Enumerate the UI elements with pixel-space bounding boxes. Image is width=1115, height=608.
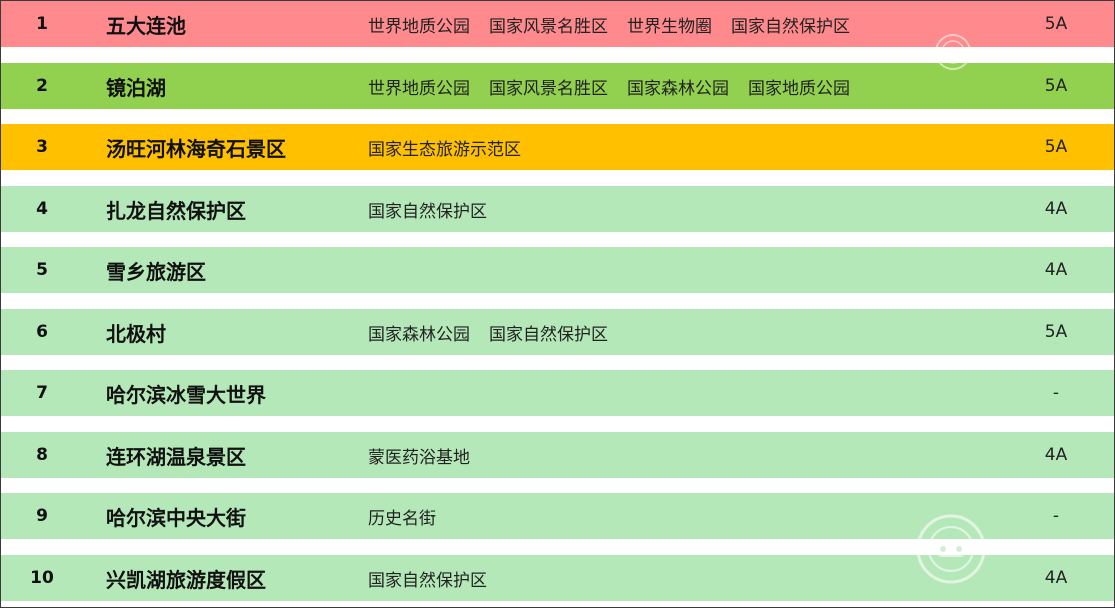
grade-rating: 5A — [1044, 322, 1068, 342]
attraction-name: 北极村 — [106, 321, 166, 346]
grade-rating: - — [1052, 383, 1060, 403]
attraction-name: 扎龙自然保护区 — [106, 198, 246, 223]
attraction-name: 连环湖温泉景区 — [106, 444, 246, 469]
designation-tag: 国家地质公园 — [748, 78, 850, 99]
table-row: 3 汤旺河林海奇石景区 国家生态旅游示范区 5A — [1, 124, 1114, 170]
rank-number: 9 — [36, 506, 48, 526]
table-row: 4 扎龙自然保护区 国家自然保护区 4A — [1, 186, 1114, 232]
grade-rating: 4A — [1044, 445, 1068, 465]
designation-tags: 国家自然保护区 — [368, 566, 506, 591]
designation-tag: 国家自然保护区 — [368, 570, 487, 591]
designation-tags: 国家生态旅游示范区 — [368, 135, 540, 160]
designation-tag: 国家自然保护区 — [489, 324, 608, 345]
designation-tag: 国家生态旅游示范区 — [368, 139, 521, 160]
attraction-name: 哈尔滨中央大街 — [106, 505, 246, 530]
designation-tag: 世界地质公园 — [368, 16, 470, 37]
rank-number: 5 — [36, 260, 48, 280]
grade-rating: 5A — [1044, 137, 1068, 157]
designation-tags: 历史名街 — [368, 504, 455, 529]
designation-tag: 国家森林公园 — [368, 324, 470, 345]
grade-rating: 5A — [1044, 76, 1068, 96]
grade-rating: 4A — [1044, 260, 1068, 280]
table-row: 10 兴凯湖旅游度假区 国家自然保护区 4A — [1, 555, 1114, 601]
table-row: 8 连环湖温泉景区 蒙医药浴基地 4A — [1, 432, 1114, 478]
designation-tags: 国家自然保护区 — [368, 197, 506, 222]
rank-number: 6 — [36, 322, 48, 342]
ranking-table: 1 五大连池 世界地质公园 国家风景名胜区 世界生物圈 国家自然保护区 5A 2 镜泊湖 世界地质… — [0, 0, 1115, 608]
table-row: 6 北极村 国家森林公园 国家自然保护区 5A — [1, 309, 1114, 355]
grade-rating: 5A — [1044, 14, 1068, 34]
attraction-name: 镜泊湖 — [106, 75, 166, 100]
designation-tag: 世界生物圈 — [627, 16, 712, 37]
designation-tags: 世界地质公园 国家风景名胜区 世界生物圈 国家自然保护区 — [368, 12, 869, 37]
rank-number: 7 — [36, 383, 48, 403]
designation-tags: 国家森林公园 国家自然保护区 — [368, 320, 627, 345]
grade-rating: 4A — [1044, 199, 1068, 219]
designation-tag: 国家风景名胜区 — [489, 78, 608, 99]
rank-number: 10 — [30, 568, 54, 588]
designation-tag: 国家自然保护区 — [731, 16, 850, 37]
table-row: 2 镜泊湖 世界地质公园 国家风景名胜区 国家森林公园 国家地质公园 5A — [1, 63, 1114, 109]
rank-number: 8 — [36, 445, 48, 465]
designation-tag: 国家自然保护区 — [368, 201, 487, 222]
attraction-name: 兴凯湖旅游度假区 — [106, 567, 266, 592]
attraction-name: 哈尔滨冰雪大世界 — [106, 382, 266, 407]
attraction-name: 汤旺河林海奇石景区 — [106, 136, 286, 161]
grade-rating: 4A — [1044, 568, 1068, 588]
rank-number: 1 — [36, 14, 48, 34]
designation-tags: 世界地质公园 国家风景名胜区 国家森林公园 国家地质公园 — [368, 74, 869, 99]
designation-tag: 历史名街 — [368, 508, 436, 529]
rank-number: 3 — [36, 137, 48, 157]
designation-tag: 国家森林公园 — [627, 78, 729, 99]
table-row: 9 哈尔滨中央大街 历史名街 - — [1, 493, 1114, 539]
designation-tag: 蒙医药浴基地 — [368, 447, 470, 468]
designation-tag: 世界地质公园 — [368, 78, 470, 99]
rank-number: 4 — [36, 199, 48, 219]
table-row: 1 五大连池 世界地质公园 国家风景名胜区 世界生物圈 国家自然保护区 5A — [1, 1, 1114, 47]
designation-tags: 蒙医药浴基地 — [368, 443, 489, 468]
grade-rating: - — [1052, 506, 1060, 526]
designation-tag: 国家风景名胜区 — [489, 16, 608, 37]
table-row: 7 哈尔滨冰雪大世界 - — [1, 370, 1114, 416]
attraction-name: 五大连池 — [106, 13, 186, 38]
attraction-name: 雪乡旅游区 — [106, 259, 206, 284]
table-row: 5 雪乡旅游区 4A — [1, 247, 1114, 293]
rank-number: 2 — [36, 76, 48, 96]
